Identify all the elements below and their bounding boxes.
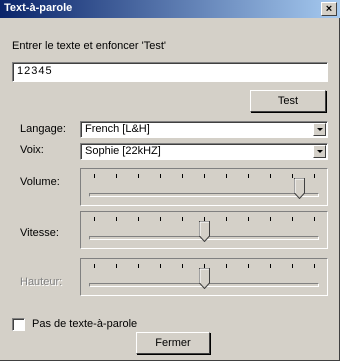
voice-dropdown[interactable]: Sophie [22kHZ] <box>80 143 328 160</box>
slider-tick <box>314 264 315 268</box>
slider-tick <box>248 264 249 268</box>
slider-tick <box>116 217 117 221</box>
slider-tick <box>94 264 95 268</box>
slider-tick <box>116 264 117 268</box>
vitesse-slider[interactable] <box>80 211 328 249</box>
slider-tick <box>94 174 95 178</box>
instruction-text: Entrer le texte et enfoncer 'Test' <box>12 40 166 52</box>
vitesse-label: Vitesse: <box>20 227 59 239</box>
slider-tick <box>182 217 183 221</box>
slider-tick <box>292 217 293 221</box>
test-button[interactable]: Test <box>250 90 326 112</box>
slider-tick <box>138 174 139 178</box>
tts-dialog: Text-à-parole × Entrer le texte et enfon… <box>0 0 340 361</box>
hauteur-slider <box>80 258 328 296</box>
slider-tick <box>160 174 161 178</box>
volume-label: Volume: <box>20 176 60 188</box>
slider-tick <box>116 174 117 178</box>
slider-tick <box>248 174 249 178</box>
slider-tick <box>138 264 139 268</box>
slider-tick <box>314 174 315 178</box>
title-bar[interactable]: Text-à-parole × <box>0 0 340 18</box>
slider-tick <box>270 174 271 178</box>
slider-tick <box>226 217 227 221</box>
chevron-down-icon[interactable] <box>313 145 326 158</box>
slider-tick <box>182 174 183 178</box>
close-button[interactable]: Fermer <box>136 332 210 354</box>
slider-tick <box>204 174 205 178</box>
slider-tick <box>248 217 249 221</box>
slider-tick <box>270 217 271 221</box>
hauteur-slider-thumb <box>199 268 210 290</box>
slider-tick <box>94 217 95 221</box>
slider-tick <box>138 217 139 221</box>
language-selected: French [L&H] <box>85 123 150 135</box>
test-text-input[interactable]: 12345 <box>12 62 328 82</box>
slider-tick <box>270 264 271 268</box>
voice-label: Voix: <box>20 144 44 156</box>
vitesse-slider-thumb[interactable] <box>199 221 210 243</box>
window-title: Text-à-parole <box>4 2 73 14</box>
volume-slider[interactable] <box>80 168 328 206</box>
volume-slider-thumb[interactable] <box>293 178 305 200</box>
slider-tick <box>226 264 227 268</box>
slider-tick <box>160 217 161 221</box>
language-dropdown[interactable]: French [L&H] <box>80 121 328 138</box>
slider-tick <box>182 264 183 268</box>
voice-selected: Sophie [22kHZ] <box>85 145 161 157</box>
chevron-down-icon[interactable] <box>313 123 326 136</box>
no-tts-checkbox[interactable] <box>12 318 25 331</box>
slider-tick <box>160 264 161 268</box>
slider-tick <box>314 217 315 221</box>
close-window-button[interactable]: × <box>321 2 337 16</box>
language-label: Langage: <box>20 123 66 135</box>
slider-tick <box>292 264 293 268</box>
hauteur-label: Hauteur: <box>20 276 63 288</box>
no-tts-label[interactable]: Pas de texte-à-parole <box>32 318 137 330</box>
volume-slider-track <box>89 193 319 197</box>
slider-tick <box>226 174 227 178</box>
